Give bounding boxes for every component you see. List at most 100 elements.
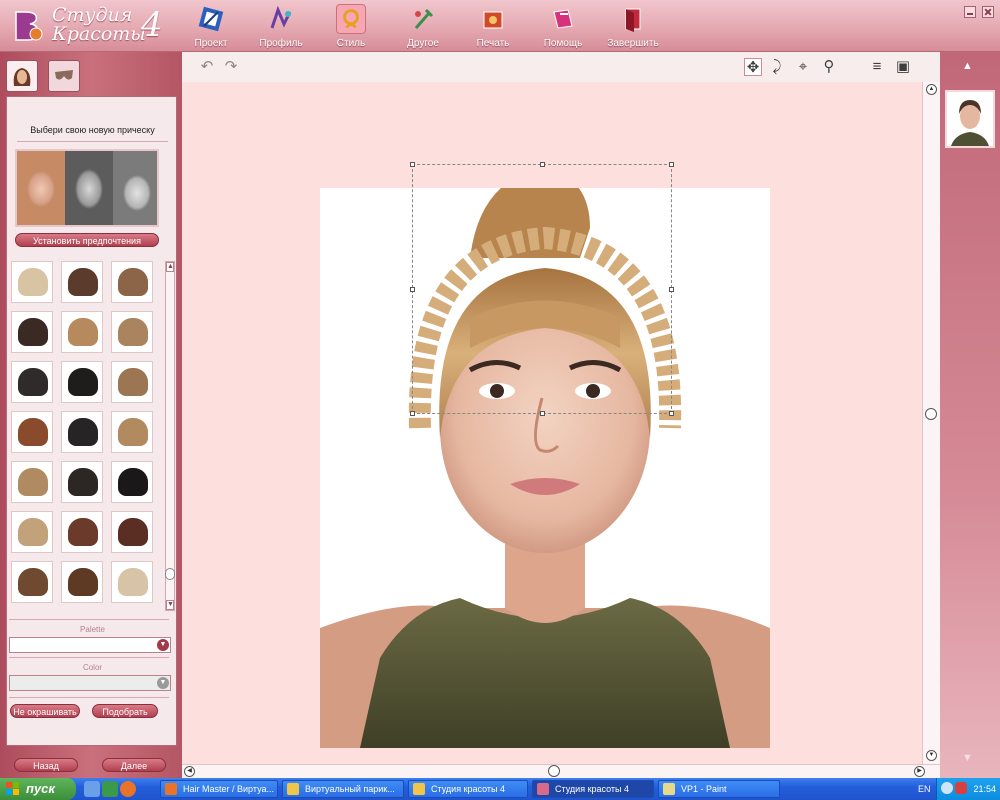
toolbar-help-button[interactable]: Помощь: [530, 2, 596, 50]
hairstyle-thumbnail[interactable]: [61, 411, 103, 453]
face-child-image[interactable]: [113, 151, 157, 225]
hairstyle-thumbnail[interactable]: [111, 511, 153, 553]
firefox-icon[interactable]: [120, 781, 136, 797]
hairstyle-thumbnail[interactable]: [111, 461, 153, 503]
move-tool-icon[interactable]: ✥: [744, 58, 762, 76]
show-desktop-icon[interactable]: [84, 781, 100, 797]
hairstyle-thumbnail[interactable]: [11, 511, 53, 553]
tab-accessories[interactable]: [48, 60, 80, 92]
divider: [9, 657, 169, 658]
tray-security-icon[interactable]: [955, 782, 967, 794]
taskbar-item[interactable]: Hair Master / Виртуа...: [160, 780, 278, 798]
hairstyle-thumbnail[interactable]: [111, 361, 153, 403]
face-man-image[interactable]: [65, 151, 113, 225]
toolbar-project-button[interactable]: Проект: [178, 2, 244, 50]
taskbar-item-label: Hair Master / Виртуа...: [183, 784, 274, 794]
scroll-left-icon[interactable]: ◀: [184, 766, 195, 777]
hairstyle-thumbnail[interactable]: [111, 261, 153, 303]
resize-handle[interactable]: [410, 287, 415, 292]
face-type-selector[interactable]: [15, 149, 159, 227]
scroll-up-icon[interactable]: ▲: [962, 60, 973, 72]
horizontal-scrollbar[interactable]: ◀ ▶: [182, 764, 940, 778]
scroll-thumb[interactable]: [548, 765, 560, 777]
divider: [17, 141, 168, 142]
resize-handle[interactable]: [669, 411, 674, 416]
hairstyle-thumbnail[interactable]: [111, 561, 153, 603]
scroll-down-icon[interactable]: ▼: [926, 750, 937, 761]
toolbar-other-button[interactable]: Другое: [390, 2, 456, 50]
toolbar-print-button[interactable]: Печать: [460, 2, 526, 50]
redo-icon[interactable]: ↷: [222, 58, 240, 76]
hairstyle-thumbnail[interactable]: [61, 561, 103, 603]
hairstyle-thumbnail[interactable]: [61, 361, 103, 403]
scroll-down-icon[interactable]: ▼: [166, 600, 174, 610]
hairstyle-thumbnail[interactable]: [11, 361, 53, 403]
close-button[interactable]: [982, 6, 994, 18]
photo-canvas[interactable]: [182, 82, 922, 764]
taskbar-item-active[interactable]: Студия красоты 4: [532, 780, 654, 798]
resize-handle[interactable]: [669, 287, 674, 292]
scroll-down-icon[interactable]: ▼: [962, 752, 973, 764]
taskbar-item[interactable]: Студия красоты 4: [408, 780, 528, 798]
taskbar-item[interactable]: VP1 - Paint: [658, 780, 780, 798]
undo-icon[interactable]: ↶: [198, 58, 216, 76]
hairstyle-panel: Выбери свою новую прическу Установить пр…: [0, 52, 182, 778]
hairstyle-thumbnail[interactable]: [61, 261, 103, 303]
hairstyle-thumbnail[interactable]: [61, 511, 103, 553]
next-button[interactable]: Далее: [102, 758, 166, 772]
hairstyle-thumbnail[interactable]: [11, 311, 53, 353]
resize-handle[interactable]: [410, 162, 415, 167]
no-paint-button[interactable]: Не окрашивать: [10, 704, 80, 718]
hairstyle-thumbnail[interactable]: [61, 461, 103, 503]
hairstyle-thumbnail[interactable]: [11, 461, 53, 503]
set-preferences-button[interactable]: Установить предпочтения: [15, 233, 159, 247]
scroll-up-icon[interactable]: ▲: [166, 262, 174, 272]
hairstyle-thumbnail[interactable]: [111, 411, 153, 453]
resize-handle[interactable]: [540, 411, 545, 416]
hairstyle-thumbnail[interactable]: [11, 261, 53, 303]
color-select[interactable]: ▼: [9, 675, 171, 691]
print-icon: [483, 11, 503, 29]
history-thumbnail[interactable]: [945, 90, 995, 148]
thumbnail-image: [947, 92, 993, 146]
toolbar-profile-button[interactable]: Профиль: [248, 2, 314, 50]
taskbar-item[interactable]: Виртуальный парик...: [282, 780, 404, 798]
hairstyle-grid-scrollbar[interactable]: ▲ ▼: [165, 261, 175, 611]
palette-select[interactable]: ▼: [9, 637, 171, 653]
menu-icon[interactable]: ≡: [868, 58, 886, 76]
start-button[interactable]: пуск: [0, 778, 76, 800]
language-indicator[interactable]: EN: [918, 778, 931, 800]
resize-handle[interactable]: [410, 411, 415, 416]
vertical-scrollbar[interactable]: ▲ ▼: [922, 82, 940, 764]
quicklaunch-app-icon[interactable]: [102, 781, 118, 797]
hairstyle-thumbnail[interactable]: [111, 311, 153, 353]
target-tool-icon[interactable]: ⌖: [794, 58, 812, 76]
hairstyle-thumbnail[interactable]: [11, 411, 53, 453]
resize-handle[interactable]: [669, 162, 674, 167]
toolbar-style-button[interactable]: Стиль: [318, 2, 384, 50]
scroll-thumb[interactable]: [925, 408, 937, 420]
resize-handle[interactable]: [540, 162, 545, 167]
hairstyle-thumbnail[interactable]: [61, 311, 103, 353]
scroll-thumb[interactable]: [165, 568, 175, 580]
minimize-button[interactable]: [964, 6, 976, 18]
tab-hairstyles[interactable]: [6, 60, 38, 92]
toolbar-finish-button[interactable]: Завершить: [600, 2, 666, 50]
pick-button[interactable]: Подобрать: [92, 704, 158, 718]
face-woman-image[interactable]: [17, 151, 65, 225]
hairstyle-selection-box[interactable]: [410, 162, 674, 416]
tray-app-icon[interactable]: [941, 782, 953, 794]
hairstyle-swatch: [118, 468, 148, 496]
rotate-tool-icon[interactable]: ⤸: [768, 58, 786, 76]
back-button[interactable]: Назад: [14, 758, 78, 772]
chevron-down-icon[interactable]: ▼: [157, 639, 169, 651]
zoom-icon[interactable]: ⚲: [820, 58, 838, 76]
camera-icon[interactable]: ▣: [894, 58, 912, 76]
hairstyle-swatch: [68, 268, 98, 296]
hairstyle-swatch: [18, 268, 48, 296]
scroll-up-icon[interactable]: ▲: [926, 84, 937, 95]
project-icon: [198, 6, 224, 32]
hairstyle-thumbnail[interactable]: [11, 561, 53, 603]
chevron-down-icon[interactable]: ▼: [157, 677, 169, 689]
scroll-right-icon[interactable]: ▶: [914, 766, 925, 777]
